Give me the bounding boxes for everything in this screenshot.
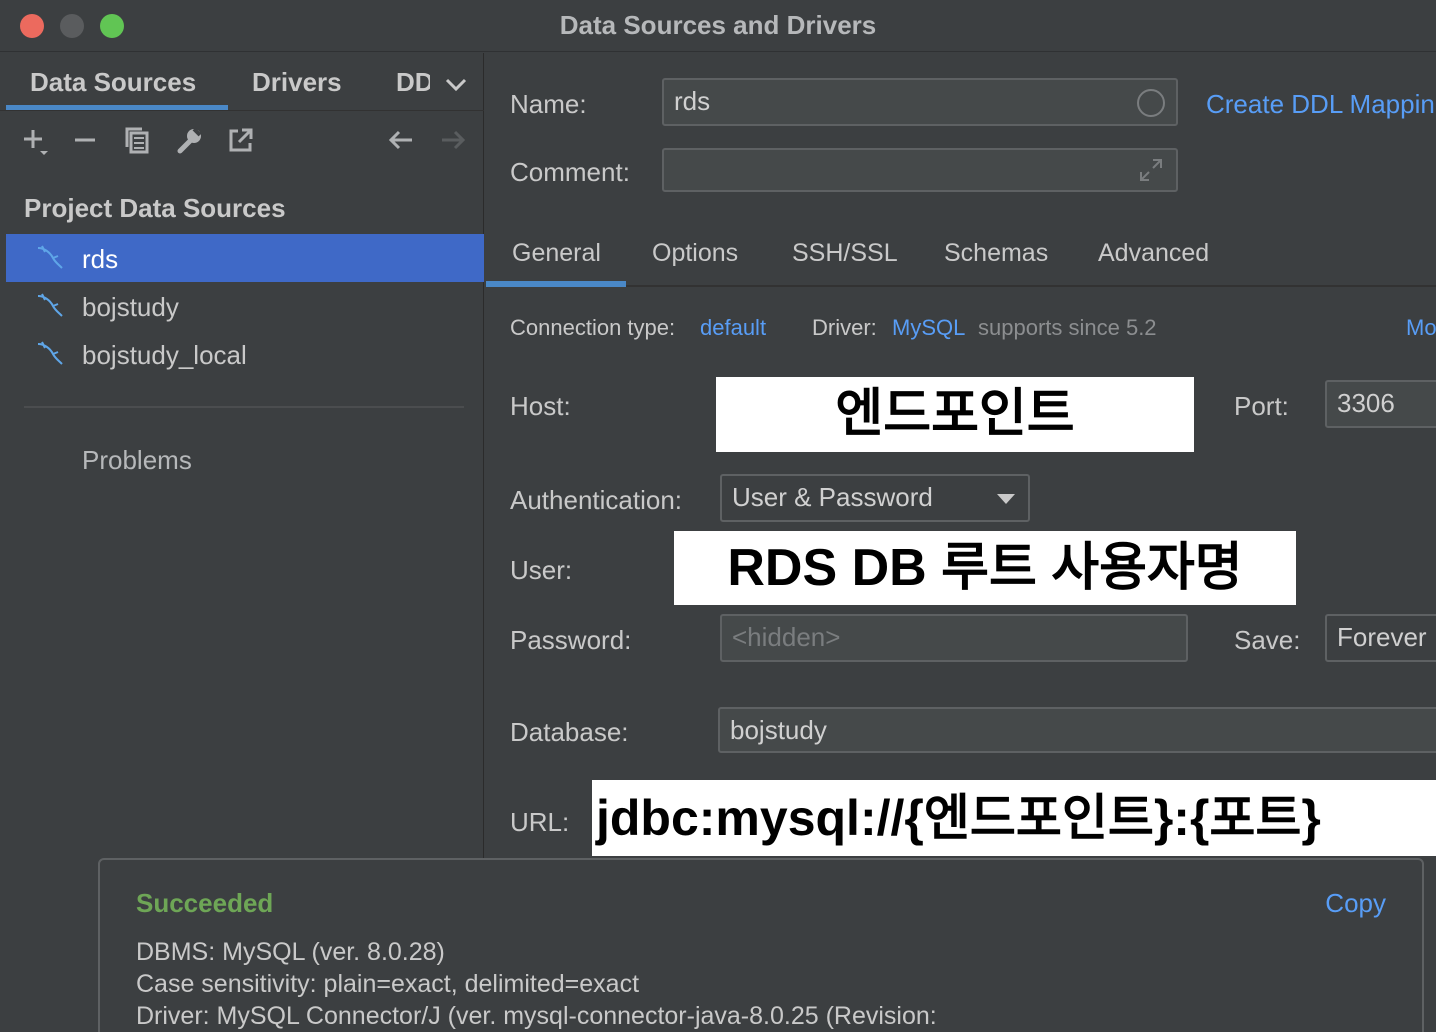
tabs-separator — [0, 110, 484, 111]
name-value: rds — [674, 86, 711, 116]
driver-note: supports since 5.2 — [978, 315, 1157, 340]
section-title: Project Data Sources — [24, 193, 286, 223]
auth-label: Authentication: — [510, 485, 683, 515]
database-label: Database: — [510, 717, 629, 747]
notification-line: Driver: MySQL Connector/J (ver. mysql-co… — [136, 1002, 937, 1030]
url-overlay[interactable]: jdbc:mysql://{엔드포인트}:{포트} — [592, 780, 1436, 856]
arrow-left-icon[interactable] — [386, 125, 416, 155]
remove-icon[interactable] — [70, 125, 100, 155]
driver-label: Driver: — [812, 315, 877, 340]
add-icon[interactable] — [20, 125, 50, 155]
tab-ssh-ssl[interactable]: SSH/SSL — [792, 239, 898, 268]
more-link[interactable]: Mo — [1406, 315, 1436, 341]
tab-data-sources[interactable]: Data Sources — [30, 67, 196, 98]
password-field[interactable]: <hidden> — [720, 614, 1188, 662]
connection-type-label: Connection type: — [510, 315, 676, 340]
dropdown-arrow-icon — [997, 494, 1015, 504]
notification-line: Case sensitivity: plain=exact, delimited… — [136, 970, 640, 998]
port-label: Port: — [1234, 391, 1289, 421]
datasource-item-rds[interactable]: rds — [6, 234, 484, 282]
dialog-window: Data Sources and Drivers Data Sources Dr… — [0, 0, 1436, 1032]
datasource-item-bojstudy-local[interactable]: bojstudy_local — [6, 330, 484, 378]
mysql-dolphin-icon — [37, 293, 63, 317]
left-tabs: Data Sources Drivers DD — [0, 53, 484, 111]
user-overlay[interactable]: RDS DB 루트 사용자명 — [674, 531, 1296, 605]
password-placeholder: <hidden> — [732, 622, 841, 652]
arrow-right-icon — [442, 130, 466, 150]
tab-ddl[interactable]: DD — [396, 67, 430, 98]
datasource-label: bojstudy — [82, 292, 179, 322]
datasource-item-bojstudy[interactable]: bojstudy — [6, 282, 484, 330]
save-value: Forever — [1337, 622, 1427, 652]
auth-value: User & Password — [732, 482, 933, 512]
tab-options[interactable]: Options — [652, 239, 738, 268]
clear-circle-icon[interactable] — [1136, 88, 1166, 118]
port-field[interactable]: 3306 — [1325, 380, 1436, 428]
save-label: Save: — [1234, 625, 1301, 655]
tabs-separator — [486, 285, 1436, 287]
chevron-down-icon[interactable] — [444, 77, 468, 93]
duplicate-icon[interactable] — [122, 125, 152, 155]
wrench-icon[interactable] — [174, 125, 204, 155]
database-field[interactable]: bojstudy — [718, 707, 1436, 753]
host-overlay[interactable]: 엔드포인트 — [716, 377, 1194, 452]
copy-link[interactable]: Copy — [1325, 888, 1386, 919]
tab-schemas[interactable]: Schemas — [944, 239, 1048, 268]
driver-link[interactable]: MySQL — [892, 315, 965, 341]
title-bar: Data Sources and Drivers — [0, 0, 1436, 52]
datasource-label: rds — [82, 244, 119, 274]
database-value: bojstudy — [730, 715, 827, 745]
comment-label: Comment: — [510, 157, 630, 187]
save-select[interactable]: Forever — [1325, 614, 1436, 662]
port-value: 3306 — [1337, 388, 1395, 418]
tab-drivers[interactable]: Drivers — [252, 67, 342, 98]
url-label: URL: — [510, 807, 570, 837]
export-icon[interactable] — [226, 125, 256, 155]
divider — [24, 406, 464, 408]
name-label: Name: — [510, 89, 587, 119]
notification-title: Succeeded — [136, 888, 274, 918]
connection-type-link[interactable]: default — [700, 315, 766, 341]
left-toolbar — [0, 115, 484, 165]
window-title: Data Sources and Drivers — [559, 10, 877, 40]
notification-line: DBMS: MySQL (ver. 8.0.28) — [136, 938, 445, 966]
name-field[interactable]: rds — [662, 78, 1178, 126]
comment-field[interactable] — [662, 148, 1178, 192]
user-label: User: — [510, 555, 573, 585]
auth-select[interactable]: User & Password — [720, 474, 1030, 522]
tab-general[interactable]: General — [512, 239, 601, 268]
active-tab-indicator — [486, 281, 626, 287]
connection-result-popup: Succeeded Copy DBMS: MySQL (ver. 8.0.28)… — [98, 858, 1424, 1032]
datasource-label: bojstudy_local — [82, 340, 247, 370]
tab-advanced[interactable]: Advanced — [1098, 239, 1209, 268]
problems-item[interactable]: Problems — [82, 445, 192, 476]
host-label: Host: — [510, 391, 571, 421]
mysql-dolphin-icon — [37, 245, 63, 269]
password-label: Password: — [510, 625, 632, 655]
create-ddl-mapping-link[interactable]: Create DDL Mappin — [1206, 89, 1435, 120]
expand-icon[interactable] — [1138, 157, 1164, 183]
mysql-dolphin-icon — [37, 341, 63, 365]
